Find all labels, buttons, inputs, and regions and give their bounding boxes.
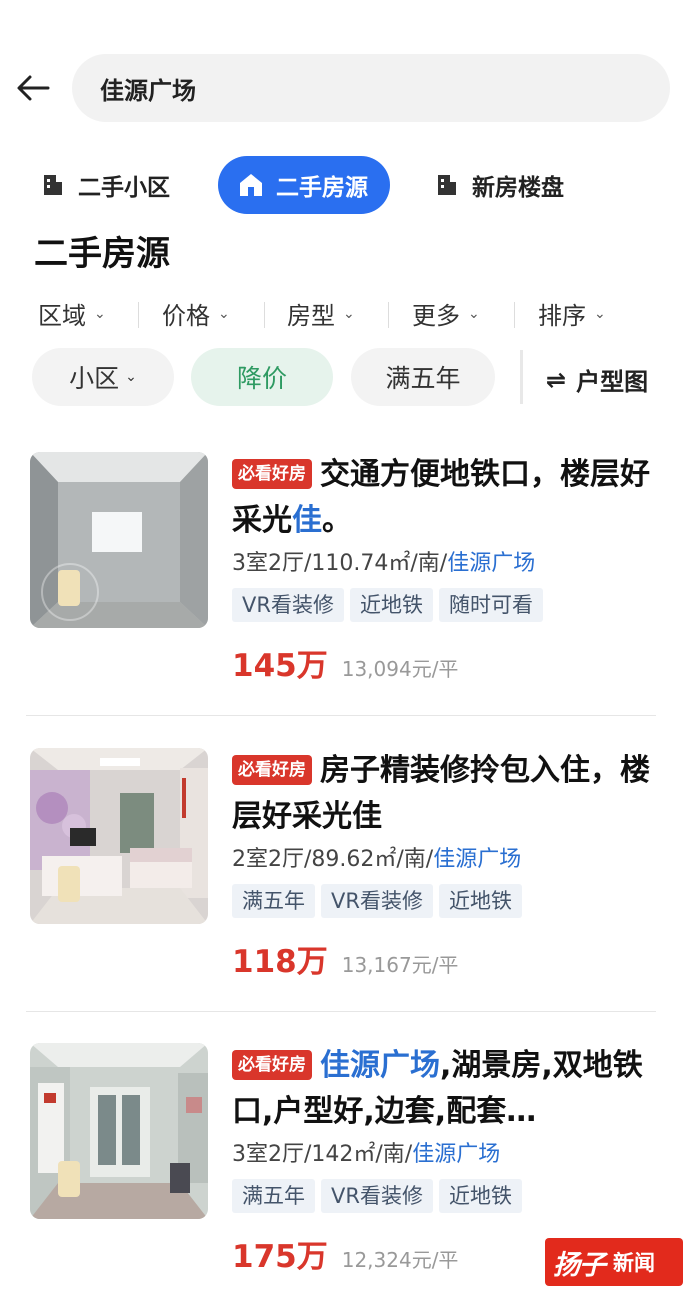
chip-label: 满五年 xyxy=(385,364,461,393)
tag: VR看装修 xyxy=(321,1179,433,1213)
tag: 随时可看 xyxy=(438,588,543,622)
filter-label: 更多 xyxy=(412,302,460,330)
search-box[interactable] xyxy=(72,54,670,122)
chip-community[interactable]: 小区 ⌄ xyxy=(32,348,174,406)
community-link[interactable]: 佳源广场 xyxy=(433,847,521,872)
filter-sort[interactable]: 排序 ⌄ xyxy=(538,296,606,331)
floor-plan-button[interactable]: ⇌ 户型图 xyxy=(546,362,648,397)
total-price: 145万 xyxy=(232,648,328,684)
price-row: 118万 13,167元/平 xyxy=(232,936,662,980)
divider xyxy=(26,1011,656,1012)
swap-icon: ⇌ xyxy=(546,365,567,394)
price-row: 145万 13,094元/平 xyxy=(232,640,662,684)
tab-new-house[interactable]: 新房楼盘 xyxy=(434,156,564,214)
must-see-badge: 必看好房 xyxy=(232,459,312,489)
total-price: 175万 xyxy=(232,1239,328,1275)
building-icon xyxy=(438,175,456,195)
title-text: 。 xyxy=(322,503,352,538)
tag: 满五年 xyxy=(232,1179,315,1213)
tab-label: 二手小区 xyxy=(78,175,170,201)
must-see-badge: 必看好房 xyxy=(232,755,312,785)
listing-meta: 3室2厅/110.74㎡/南/佳源广场 xyxy=(232,548,662,580)
filter-price[interactable]: 价格 ⌄ xyxy=(162,296,230,331)
total-price: 118万 xyxy=(232,944,328,980)
listing-title: 必看好房 佳源广场,湖景房,双地铁口,户型好,边套,配套… xyxy=(232,1043,662,1135)
filter-room-type[interactable]: 房型 ⌄ xyxy=(287,296,355,331)
unit-price: 12,324元/平 xyxy=(341,1248,459,1272)
tag-list: 满五年 VR看装修 近地铁 xyxy=(232,884,662,920)
listing-photo xyxy=(30,452,208,628)
watermark-label: 新闻 xyxy=(613,1251,655,1275)
unit-price: 13,167元/平 xyxy=(341,953,459,977)
listing-photo xyxy=(30,748,208,924)
filter-label: 排序 xyxy=(538,302,586,330)
tab-second-hand-community[interactable]: 二手小区 xyxy=(40,156,170,214)
page-title: 二手房源 xyxy=(34,234,170,274)
must-see-badge: 必看好房 xyxy=(232,1050,312,1080)
divider xyxy=(138,302,139,328)
listing-info: 必看好房 佳源广场,湖景房,双地铁口,户型好,边套,配套… 3室2厅/142㎡/南… xyxy=(232,1043,662,1275)
unit-price: 13,094元/平 xyxy=(341,657,459,681)
quick-filter-chips: 小区 ⌄ 降价 满五年 ⇌ 户型图 xyxy=(0,348,685,408)
tag: VR看装修 xyxy=(321,884,433,918)
chip-label: 降价 xyxy=(236,364,287,393)
house-icon xyxy=(240,174,262,196)
divider xyxy=(520,350,523,404)
community-link[interactable]: 佳源广场 xyxy=(412,1142,500,1167)
listing-card[interactable]: 必看好房 交通方便地铁口，楼层好采光佳。 3室2厅/110.74㎡/南/佳源广场 … xyxy=(0,452,685,712)
room-area-orientation: 3室2厅/142㎡/南/ xyxy=(232,1142,413,1167)
tab-label: 新房楼盘 xyxy=(472,175,564,201)
listing-info: 必看好房 房子精装修拎包入住，楼层好采光佳 2室2厅/89.62㎡/南/佳源广场 … xyxy=(232,748,662,980)
divider xyxy=(264,302,265,328)
chip-label: 小区 xyxy=(69,364,120,393)
chip-five-years[interactable]: 满五年 xyxy=(351,348,495,406)
top-bar xyxy=(0,52,685,124)
community-link[interactable]: 佳源广场 xyxy=(447,551,535,576)
chevron-down-icon: ⌄ xyxy=(94,305,106,322)
tab-label: 二手房源 xyxy=(276,175,368,201)
title-highlight: 佳 xyxy=(292,503,322,538)
tag: 近地铁 xyxy=(349,588,433,622)
chip-price-drop[interactable]: 降价 xyxy=(191,348,333,406)
chevron-down-icon: ⌄ xyxy=(468,305,480,322)
chevron-down-icon: ⌄ xyxy=(125,369,137,385)
filter-area[interactable]: 区域 ⌄ xyxy=(38,296,106,331)
tag-list: 满五年 VR看装修 近地铁 xyxy=(232,1179,662,1215)
listing-title: 必看好房 房子精装修拎包入住，楼层好采光佳 xyxy=(232,748,662,840)
room-area-orientation: 2室2厅/89.62㎡/南/ xyxy=(232,847,434,872)
tab-second-hand-listing[interactable]: 二手房源 xyxy=(218,156,390,214)
listing-meta: 2室2厅/89.62㎡/南/佳源广场 xyxy=(232,844,662,876)
filter-bar: 区域 ⌄ 价格 ⌄ 房型 ⌄ 更多 ⌄ 排序 ⌄ xyxy=(0,290,685,340)
filter-label: 房型 xyxy=(287,302,335,330)
divider xyxy=(514,302,515,328)
back-arrow-icon[interactable] xyxy=(14,68,54,108)
room-area-orientation: 3室2厅/110.74㎡/南/ xyxy=(232,551,448,576)
building-icon xyxy=(44,175,62,195)
tag: 近地铁 xyxy=(438,884,522,918)
listing-title: 必看好房 交通方便地铁口，楼层好采光佳。 xyxy=(232,452,662,544)
listing-info: 必看好房 交通方便地铁口，楼层好采光佳。 3室2厅/110.74㎡/南/佳源广场 … xyxy=(232,452,662,684)
title-highlight: 佳源广场 xyxy=(320,1048,440,1083)
tag-list: VR看装修 近地铁 随时可看 xyxy=(232,588,662,624)
listing-photo xyxy=(30,1043,208,1219)
listing-meta: 3室2厅/142㎡/南/佳源广场 xyxy=(232,1139,662,1171)
floor-plan-label: 户型图 xyxy=(576,368,649,396)
search-input[interactable] xyxy=(100,74,600,102)
divider xyxy=(388,302,389,328)
news-watermark-logo: 扬子 新闻 xyxy=(545,1238,683,1286)
tag: 近地铁 xyxy=(438,1179,522,1213)
chevron-down-icon: ⌄ xyxy=(218,305,230,322)
watermark-logo-text: 扬子 xyxy=(553,1249,606,1281)
filter-more[interactable]: 更多 ⌄ xyxy=(412,296,480,331)
chevron-down-icon: ⌄ xyxy=(343,305,355,322)
chevron-down-icon: ⌄ xyxy=(594,305,606,322)
tag: 满五年 xyxy=(232,884,315,918)
tag: VR看装修 xyxy=(232,588,344,622)
listing-card[interactable]: 必看好房 房子精装修拎包入住，楼层好采光佳 2室2厅/89.62㎡/南/佳源广场 … xyxy=(0,748,685,1008)
filter-label: 价格 xyxy=(162,302,210,330)
divider xyxy=(26,715,656,716)
filter-label: 区域 xyxy=(38,302,86,330)
category-tabs: 二手小区 二手房源 新房楼盘 xyxy=(0,156,685,214)
